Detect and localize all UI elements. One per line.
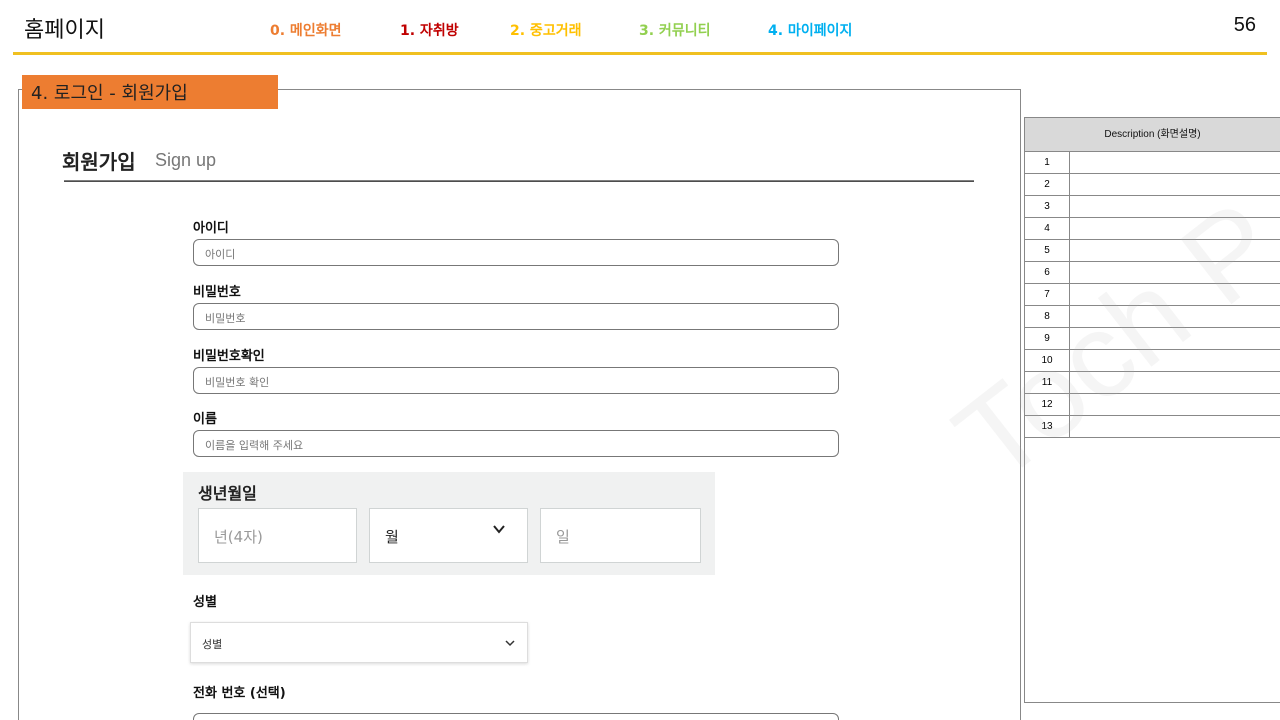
row-number: 2 (1025, 174, 1070, 195)
row-number: 11 (1025, 372, 1070, 393)
row-number: 13 (1025, 416, 1070, 437)
phone-label: 전화 번호 (선택) (193, 686, 286, 701)
title-divider (64, 180, 974, 182)
page-number: 56 (1233, 14, 1256, 36)
chevron-down-icon (505, 640, 515, 647)
row-number: 8 (1025, 306, 1070, 327)
password-confirm-label: 비밀번호확인 (193, 349, 265, 364)
nav-main[interactable]: 0. 메인화면 (270, 20, 341, 40)
chevron-down-icon (493, 525, 505, 534)
table-row: 11 (1025, 372, 1280, 394)
row-number: 6 (1025, 262, 1070, 283)
header-divider (13, 52, 1267, 55)
gender-select[interactable]: 성별 (190, 622, 528, 663)
password-confirm-input[interactable]: 비밀번호 확인 (193, 367, 839, 394)
signup-title: 회원가입 (62, 150, 136, 174)
table-row: 12 (1025, 394, 1280, 416)
table-row: 4 (1025, 218, 1280, 240)
table-row: 3 (1025, 196, 1280, 218)
row-number: 5 (1025, 240, 1070, 261)
table-row: 10 (1025, 350, 1280, 372)
nav-room[interactable]: 1. 자취방 (400, 20, 459, 40)
nav-community[interactable]: 3. 커뮤니티 (639, 20, 710, 40)
row-number: 9 (1025, 328, 1070, 349)
signup-subtitle: Sign up (155, 150, 217, 170)
row-number: 10 (1025, 350, 1070, 371)
nav-market[interactable]: 2. 중고거래 (510, 20, 581, 40)
birth-year-input[interactable]: 년(4자) (198, 508, 357, 563)
nav-mypage[interactable]: 4. 마이페이지 (768, 20, 852, 40)
password-label: 비밀번호 (193, 285, 241, 300)
row-number: 3 (1025, 196, 1070, 217)
birth-day-input[interactable]: 일 (540, 508, 701, 563)
id-label: 아이디 (193, 221, 229, 236)
table-row: 13 (1025, 416, 1280, 438)
description-table: Description (화면설명) 1 2 3 4 5 6 7 8 9 10 … (1024, 117, 1280, 703)
table-row: 2 (1025, 174, 1280, 196)
birth-day-placeholder: 일 (556, 528, 570, 546)
row-number: 7 (1025, 284, 1070, 305)
birthdate-label: 생년월일 (198, 484, 257, 503)
description-header: Description (화면설명) (1025, 118, 1280, 152)
password-input[interactable]: 비밀번호 (193, 303, 839, 330)
table-row: 8 (1025, 306, 1280, 328)
birth-month-value: 월 (385, 528, 399, 546)
name-input[interactable]: 이름을 입력해 주세요 (193, 430, 839, 457)
table-row: 1 (1025, 152, 1280, 174)
gender-label: 성별 (193, 595, 217, 610)
table-row: 5 (1025, 240, 1280, 262)
gender-value: 성별 (202, 638, 223, 651)
section-badge: 4. 로그인 - 회원가입 (22, 75, 278, 109)
row-number: 4 (1025, 218, 1070, 239)
name-label: 이름 (193, 412, 217, 427)
phone-input[interactable] (193, 713, 839, 720)
birth-year-placeholder: 년(4자) (214, 528, 263, 546)
id-input[interactable]: 아이디 (193, 239, 839, 266)
row-number: 12 (1025, 394, 1070, 415)
row-number: 1 (1025, 152, 1070, 173)
birth-month-select[interactable]: 월 (369, 508, 528, 563)
table-row: 6 (1025, 262, 1280, 284)
page-header-title: 홈페이지 (24, 18, 105, 43)
table-row: 7 (1025, 284, 1280, 306)
table-row: 9 (1025, 328, 1280, 350)
